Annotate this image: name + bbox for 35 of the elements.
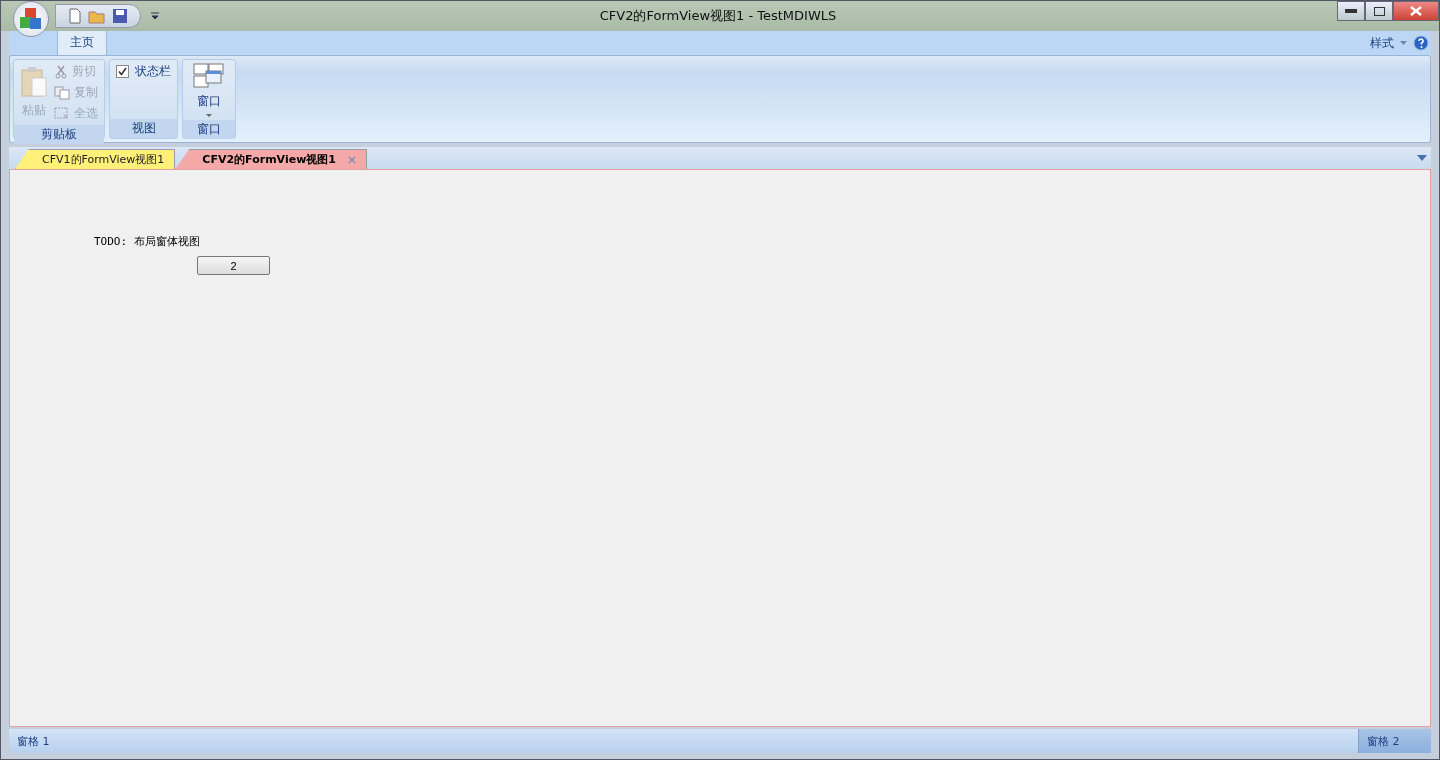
clipboard-icon <box>20 66 48 98</box>
todo-label: TODO: 布局窗体视图 <box>94 234 200 249</box>
status-pane: 窗格 1 <box>16 733 51 750</box>
windows-icon <box>193 63 225 89</box>
window-title: CFV2的FormView视图1 - TestMDIWLS <box>598 7 838 25</box>
save-icon[interactable] <box>112 8 128 24</box>
close-icon <box>1409 6 1423 16</box>
document-tab[interactable]: CFV2的FormView视图1 <box>175 149 367 169</box>
new-file-icon[interactable] <box>68 8 82 24</box>
help-icon[interactable] <box>1413 35 1429 51</box>
form-button[interactable]: 2 <box>197 256 270 275</box>
scissors-icon <box>54 64 68 79</box>
maximize-icon <box>1373 6 1385 16</box>
group-caption: 剪贴板 <box>14 125 104 144</box>
minimize-icon <box>1345 9 1357 13</box>
close-button[interactable] <box>1393 1 1439 21</box>
style-menu[interactable]: 样式 <box>1370 34 1394 52</box>
window-button[interactable]: 窗口 <box>189 63 229 117</box>
group-caption: 窗口 <box>183 120 235 139</box>
ribbon-tab[interactable]: 主页 <box>57 29 107 55</box>
dropdown-arrow-icon <box>206 114 212 117</box>
tab-list-arrow-icon[interactable] <box>1417 155 1427 161</box>
select-all-icon <box>54 106 70 121</box>
maximize-button[interactable] <box>1365 1 1393 21</box>
checkmark-icon <box>118 67 127 76</box>
status-bar-checkbox[interactable]: 状态栏 <box>116 63 171 80</box>
group-caption: 视图 <box>110 119 177 138</box>
minimize-button[interactable] <box>1337 1 1365 21</box>
dropdown-arrow-icon <box>1400 41 1407 45</box>
status-pane: 窗格 2 <box>1358 729 1431 753</box>
copy-icon <box>54 85 70 100</box>
dropdown-arrow-icon[interactable] <box>151 12 159 20</box>
checkbox[interactable] <box>116 65 129 78</box>
app-menu-button[interactable] <box>13 1 49 37</box>
document-tab[interactable]: CFV1的FormView视图1 <box>15 149 176 169</box>
